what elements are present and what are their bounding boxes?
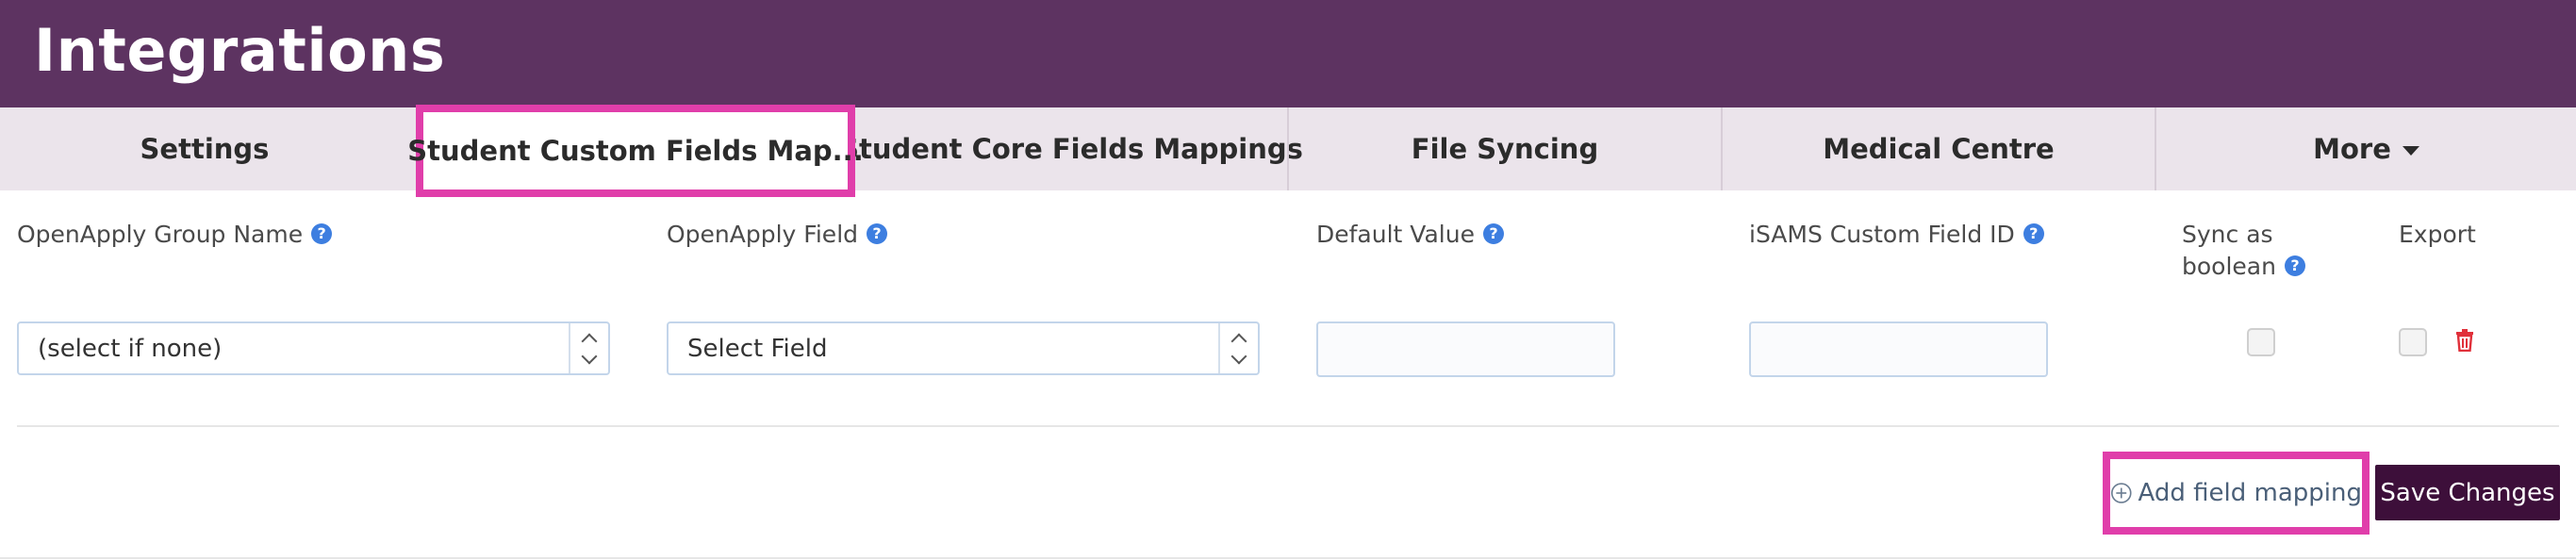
question-circle-icon[interactable]: ?	[867, 223, 888, 244]
tab-bar: Settings Student Custom Fields Map... St…	[0, 105, 2576, 197]
select-spinner[interactable]	[569, 323, 608, 373]
tab-label: Settings	[140, 133, 270, 165]
question-circle-icon[interactable]: ?	[311, 223, 333, 244]
export-checkbox[interactable]	[2399, 328, 2427, 356]
column-header-group-name: OpenApply Group Name ?	[17, 219, 333, 251]
default-value-input[interactable]	[1316, 321, 1615, 377]
tab-label: Medical Centre	[1823, 133, 2055, 165]
column-header-label: iSAMS Custom Field ID	[1749, 221, 2015, 248]
plus-circle-icon	[2110, 483, 2132, 503]
select-spinner[interactable]	[1218, 323, 1258, 373]
section-bottom-border	[0, 557, 2576, 559]
column-header-label: Export	[2399, 221, 2476, 248]
column-header-default-value: Default Value ?	[1316, 219, 1504, 251]
tab-medical-centre[interactable]: Medical Centre	[1721, 107, 2155, 190]
tab-file-syncing[interactable]: File Syncing	[1287, 107, 1721, 190]
question-circle-icon[interactable]: ?	[2023, 223, 2044, 244]
save-changes-button[interactable]: Save Changes	[2375, 465, 2560, 520]
column-header-field: OpenApply Field ?	[667, 219, 888, 251]
column-header-label: OpenApply Field	[667, 221, 859, 248]
custom-field-id-input[interactable]	[1749, 321, 2048, 377]
tab-label: More	[2313, 133, 2391, 165]
tab-label: File Syncing	[1411, 133, 1599, 165]
select-value: Select Field	[687, 334, 828, 363]
tab-settings[interactable]: Settings	[0, 107, 409, 190]
question-circle-icon[interactable]: ?	[2284, 255, 2305, 276]
select-value: (select if none)	[38, 334, 223, 363]
question-circle-icon[interactable]: ?	[1482, 223, 1504, 244]
trash-icon[interactable]	[2455, 329, 2474, 352]
chevron-up-icon	[581, 333, 598, 349]
group-name-select[interactable]: (select if none)	[17, 321, 610, 375]
column-header-export: Export	[2399, 219, 2476, 251]
page-header: Integrations	[0, 0, 2576, 107]
page-title: Integrations	[34, 16, 446, 85]
column-header-label: Default Value	[1316, 221, 1475, 248]
tab-student-core-fields-mappings[interactable]: Student Core Fields Mappings	[839, 107, 1303, 190]
add-field-mapping-button[interactable]: Add field mapping	[2103, 452, 2370, 535]
chevron-up-icon	[1230, 333, 1247, 349]
tab-label: Student Core Fields Mappings	[839, 133, 1303, 165]
chevron-down-icon	[1230, 348, 1247, 364]
openapply-field-select[interactable]: Select Field	[667, 321, 1260, 375]
tab-student-custom-fields-mappings[interactable]: Student Custom Fields Map...	[407, 105, 864, 197]
chevron-down-icon	[581, 348, 598, 364]
tab-label: Student Custom Fields Map...	[407, 135, 864, 167]
tab-more-dropdown[interactable]: More	[2155, 107, 2576, 190]
column-header-custom-field-id: iSAMS Custom Field ID ?	[1749, 219, 2044, 251]
column-header-label: Sync as	[2182, 221, 2273, 248]
column-header-label: boolean	[2182, 253, 2276, 280]
row-divider	[17, 425, 2559, 427]
sync-as-boolean-checkbox[interactable]	[2247, 328, 2275, 356]
column-header-label: OpenApply Group Name	[17, 221, 304, 248]
caret-down-icon	[2402, 146, 2419, 156]
column-header-sync-as-boolean: Sync as boolean?	[2182, 219, 2305, 283]
add-field-mapping-label: Add field mapping	[2138, 479, 2362, 507]
